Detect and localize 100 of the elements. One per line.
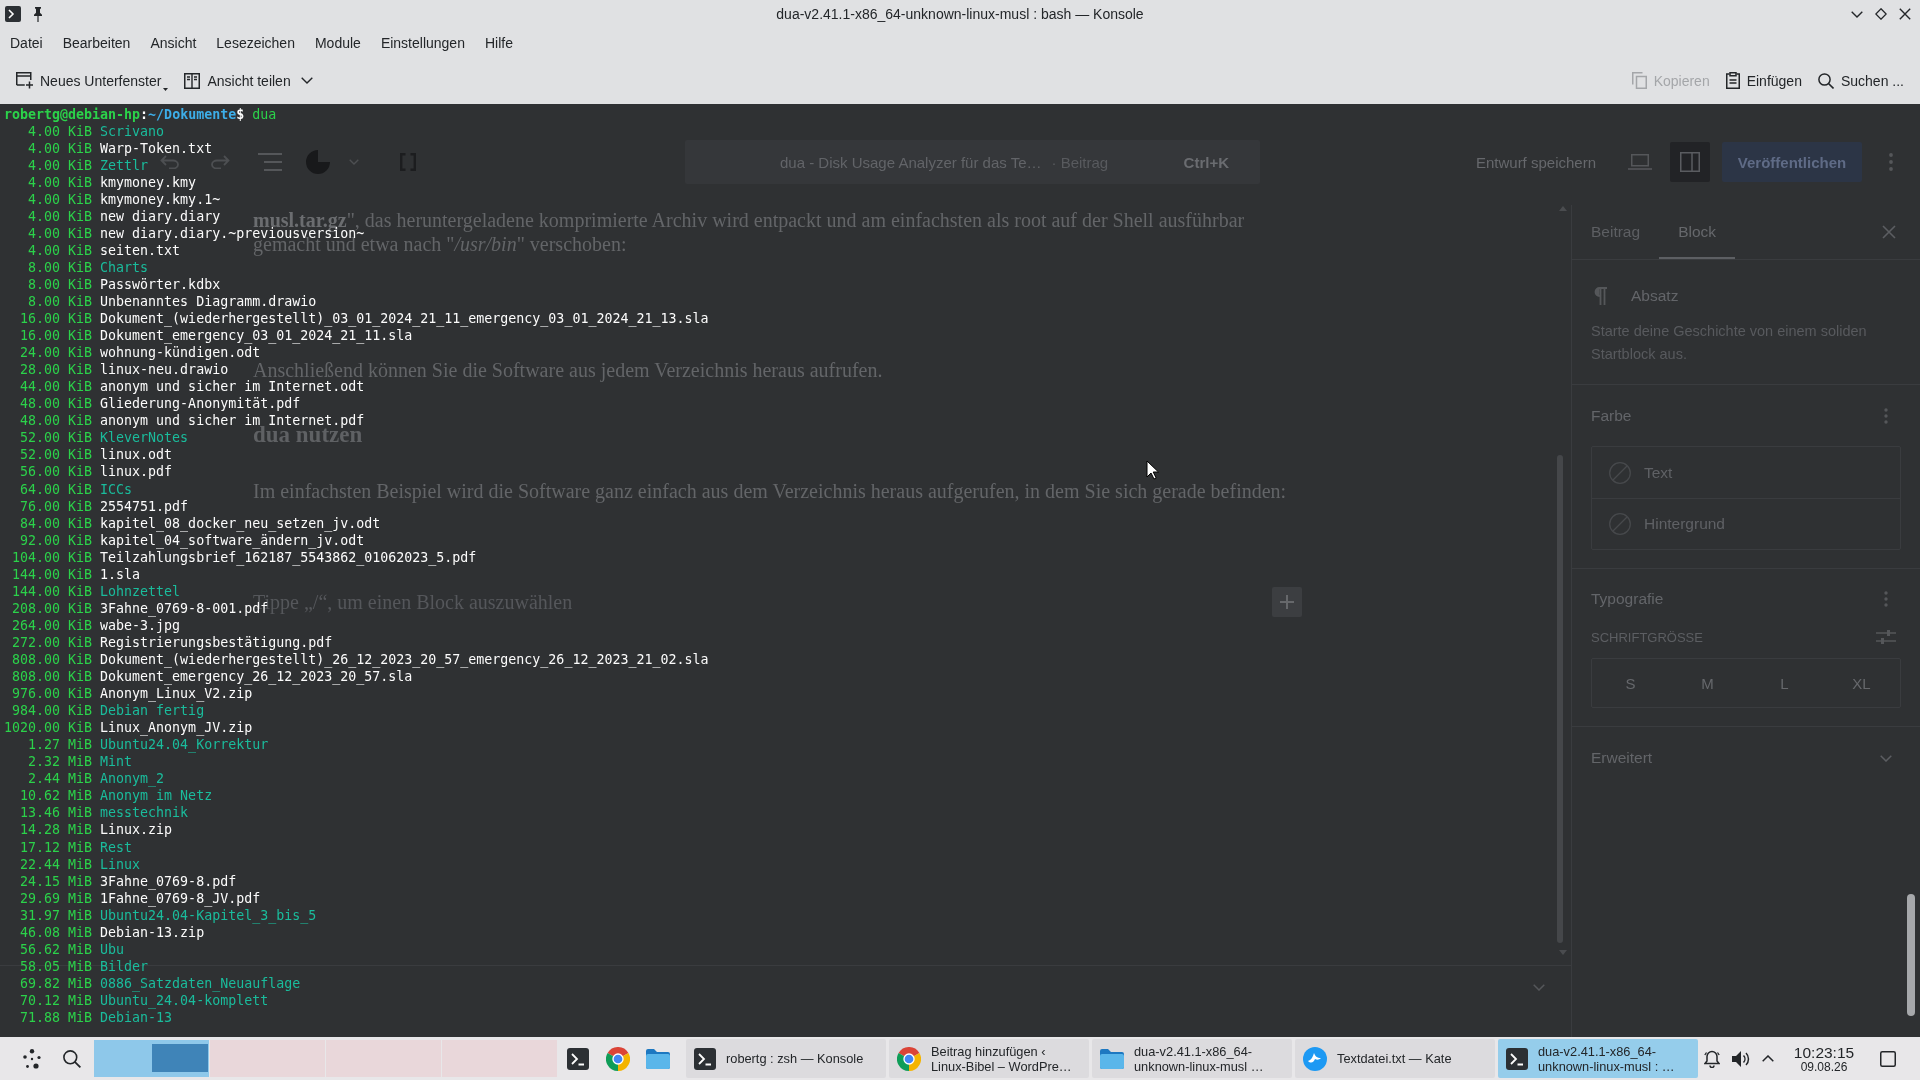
laptop-icon[interactable] [1628, 154, 1652, 170]
terminal-prompt-icon [694, 1047, 716, 1070]
file-size: 2.32 MiB [27, 753, 93, 771]
clipboard-icon [1725, 72, 1740, 89]
file-size: 272.00 KiB [11, 633, 93, 651]
plus-icon [1280, 595, 1294, 609]
file-size: 4.00 KiB [27, 241, 93, 259]
menu-item[interactable]: Hilfe [474, 31, 523, 54]
window-title: dua-v2.41.1-x86_64-unknown-linux-musl : bash — Konsole [776, 6, 1144, 22]
segmented-circle-icon[interactable] [606, 1046, 630, 1071]
file-name: kapitel_08_docker_neu_setzen_jv.odt [100, 515, 381, 531]
menu-item[interactable]: Ansicht [140, 31, 207, 54]
file-size: 4.00 KiB [27, 224, 93, 242]
file-size: 808.00 KiB [11, 668, 93, 686]
toolbar-button[interactable]: Neues Unterfenster [10, 64, 175, 97]
directory-name: Anonym_2 [100, 771, 165, 787]
menu-item[interactable]: Einstellungen [370, 31, 475, 54]
file-name: kmymoney.kmy [100, 174, 197, 190]
directory-name: Linux [100, 856, 141, 872]
directory-name: Ubuntu_24.04-komplett [100, 992, 269, 1008]
triangle-up-icon[interactable] [1559, 206, 1567, 211]
menu-item[interactable]: Lesezeichen [206, 31, 305, 54]
file-size: 104.00 KiB [11, 548, 93, 566]
toolbar-button[interactable]: Suchen ... [1811, 64, 1910, 97]
terminal-prompt-icon[interactable] [5, 6, 21, 22]
scrollbar-thumb[interactable] [1907, 894, 1915, 1016]
directory-name: Ubuntu24.04-Kapitel_3_bis_5 [100, 907, 317, 923]
search-icon[interactable] [63, 1049, 81, 1068]
file-size: 144.00 KiB [11, 582, 93, 600]
chevron-down-icon[interactable] [300, 77, 313, 84]
virtual-desktop[interactable] [94, 1040, 209, 1077]
speaker-icon[interactable] [1732, 1050, 1750, 1067]
triangle-down-icon[interactable] [1559, 950, 1567, 955]
file-name: Linux_Anonym_JV.zip [100, 720, 253, 736]
block-menu-button[interactable] [306, 150, 359, 174]
chevron-down-icon[interactable] [1851, 10, 1863, 18]
directory-name: Mint [100, 754, 133, 770]
menu-item[interactable]: Bearbeiten [52, 31, 141, 54]
sliders-icon[interactable] [1876, 629, 1896, 645]
file-name: linux-neu.drawio [100, 362, 229, 378]
vertical-dots-icon[interactable] [1889, 153, 1893, 171]
toolbar-button[interactable]: Ansicht teilen [178, 64, 319, 97]
pin-icon[interactable] [34, 6, 42, 22]
dots-icon[interactable] [22, 1048, 42, 1069]
file-name: seiten.txt [100, 242, 181, 258]
redo-icon[interactable] [210, 155, 230, 169]
sidebar-toggle-button[interactable] [1670, 142, 1710, 182]
menu-item[interactable]: Datei [0, 31, 53, 54]
directory-name: Scrivano [100, 123, 165, 139]
file-name: kapitel_04_software_ändern_jv.odt [100, 532, 365, 548]
file-size: 46.08 MiB [19, 923, 93, 941]
square-icon[interactable] [1880, 1050, 1896, 1067]
file-size: 84.00 KiB [19, 514, 93, 532]
file-size: 92.00 KiB [19, 531, 93, 549]
file-size: 56.00 KiB [19, 463, 93, 481]
menu-item[interactable]: Module [304, 31, 371, 54]
taskbar-task[interactable]: Beitrag hinzufügen ‹ Linux-Bibel – WordPre… [889, 1039, 1089, 1078]
file-size: 70.12 MiB [19, 991, 93, 1009]
file-name: Dokument_emergency_03_01_2024_21_11.sla [100, 328, 413, 344]
taskbar-task[interactable]: dua-v2.41.1-x86_64- unknown-linux-musl : … [1498, 1039, 1698, 1078]
file-size: 144.00 KiB [11, 565, 93, 583]
taskbar-task[interactable]: dua-v2.41.1-x86_64- unknown-linux-musl … [1092, 1039, 1292, 1078]
file-name: Debian-13.zip [100, 924, 205, 940]
add-block-button[interactable] [1272, 587, 1302, 617]
chevron-down-icon [349, 159, 359, 165]
file-size: 4.00 KiB [27, 122, 93, 140]
close-icon[interactable] [1899, 8, 1911, 20]
vertical-dots-icon[interactable] [1884, 591, 1888, 607]
dropdown-arrow-icon [163, 87, 169, 91]
file-name: 2554751.pdf [100, 498, 189, 514]
directory-name: Rest [100, 839, 133, 855]
file-name: Registrierungsbestätigung.pdf [100, 634, 333, 650]
undo-icon[interactable] [160, 155, 180, 169]
folder-icon[interactable] [646, 1048, 670, 1069]
clock-time[interactable]: 10:23:15 [1793, 1043, 1855, 1061]
directory-name: Bilder [100, 958, 149, 974]
vertical-dots-icon[interactable] [1884, 408, 1888, 424]
file-name: 1.sla [100, 566, 141, 582]
taskbar-task[interactable]: robertg : zsh — Konsole [686, 1039, 886, 1078]
file-name: kmymoney.kmy.1~ [100, 191, 221, 207]
diamond-icon[interactable] [1875, 8, 1887, 20]
taskbar-task[interactable]: Textdatei.txt — Kate [1295, 1039, 1495, 1078]
file-size: 16.00 KiB [19, 310, 93, 328]
file-name: anonym und sicher im Internet.odt [100, 379, 365, 395]
list-view-icon[interactable] [258, 153, 282, 171]
bell-icon[interactable] [1704, 1049, 1720, 1068]
clock-date[interactable]: 09.08.26 [1800, 1060, 1848, 1074]
file-name: linux.pdf [100, 464, 173, 480]
bird-icon [1303, 1046, 1327, 1071]
file-name: Anonym_Linux_V2.zip [100, 686, 253, 702]
directory-name: Debian-13 [100, 1010, 173, 1025]
file-size: 1.27 MiB [27, 736, 93, 754]
toolbar-button[interactable]: Einfügen [1719, 64, 1808, 97]
virtual-desktop[interactable] [210, 1040, 325, 1077]
file-name: 1Fahne_0769-8_JV.pdf [100, 890, 261, 906]
caret-up-icon[interactable] [1762, 1055, 1774, 1062]
file-size: 4.00 KiB [27, 173, 93, 191]
terminal-prompt-icon[interactable] [567, 1047, 589, 1070]
directory-name: Charts [100, 259, 149, 275]
file-size: 44.00 KiB [19, 378, 93, 396]
